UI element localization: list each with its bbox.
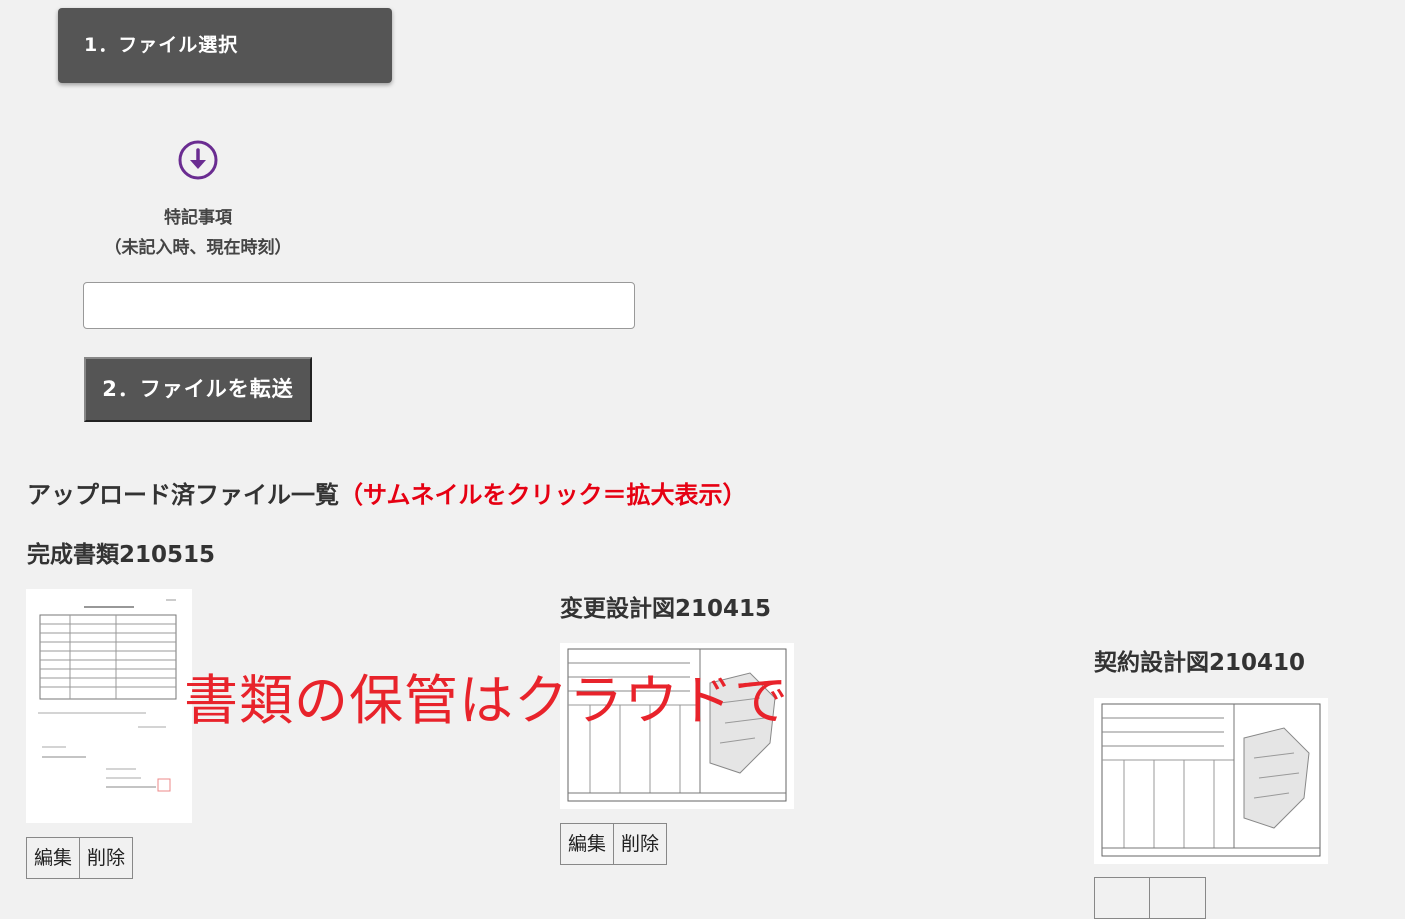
memo-input[interactable] <box>83 282 635 329</box>
edit-button-2[interactable]: 編集 <box>560 823 615 865</box>
file-thumbnail-3[interactable] <box>1094 698 1328 864</box>
file-title-1: 完成書類210515 <box>27 542 216 568</box>
file-select-button[interactable]: 1．ファイル選択 <box>58 8 392 83</box>
memo-label-note: （未記入時、現在時刻） <box>104 238 292 258</box>
file-send-button[interactable]: 2．ファイルを転送 <box>84 357 312 422</box>
file-title-3: 契約設計図210410 <box>1094 650 1306 676</box>
edit-button-3[interactable] <box>1094 877 1150 919</box>
uploaded-list-title: アップロード済ファイル一覧 <box>27 481 339 509</box>
file-title-2: 変更設計図210415 <box>560 596 772 622</box>
delete-button-1[interactable]: 削除 <box>80 837 134 879</box>
promo-overlay-text: 書類の保管はクラウドで <box>184 669 789 732</box>
uploaded-list-heading: アップロード済ファイル一覧（サムネイルをクリック＝拡大表示） <box>27 475 747 510</box>
delete-button-3[interactable] <box>1150 877 1206 919</box>
document-thumbnail-icon <box>26 589 192 823</box>
delete-button-2[interactable]: 削除 <box>614 823 668 865</box>
memo-label-title: 特記事項 <box>164 208 232 228</box>
file-thumbnail-1[interactable] <box>26 589 192 823</box>
file-actions-1: 編集 削除 <box>26 837 134 879</box>
memo-label: 特記事項 （未記入時、現在時刻） <box>88 203 308 263</box>
edit-button-1[interactable]: 編集 <box>26 837 81 879</box>
file-actions-2: 編集 削除 <box>560 823 668 865</box>
thumbnail-hint: （サムネイルをクリック＝拡大表示） <box>339 481 747 509</box>
arrow-down-circle-icon <box>178 140 218 180</box>
drawing-thumbnail-icon <box>1094 698 1328 864</box>
file-actions-3 <box>1094 877 1206 919</box>
